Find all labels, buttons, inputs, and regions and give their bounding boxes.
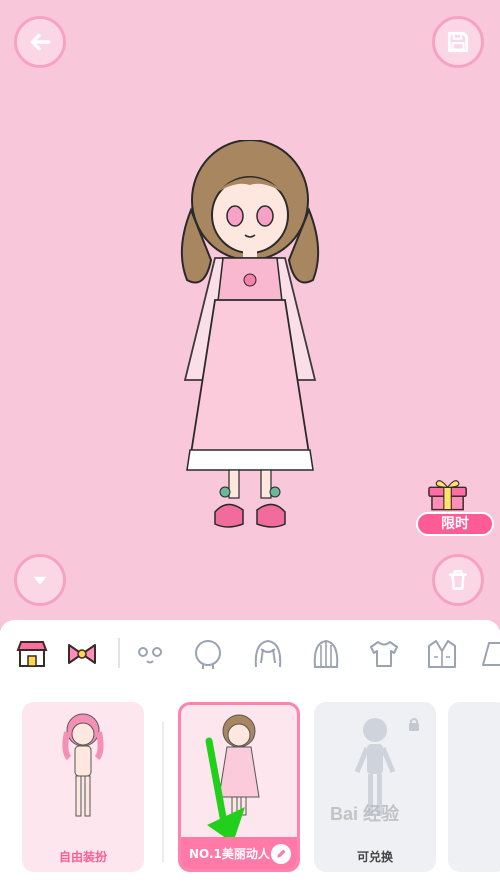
category-jacket[interactable]: [422, 634, 462, 674]
outfit-thumbnail: [62, 713, 104, 817]
shop-icon: [16, 641, 48, 667]
face-icon: [138, 647, 162, 664]
outfit-card-no1[interactable]: NO.1美丽动人: [178, 702, 300, 872]
category-shop[interactable]: [12, 634, 52, 674]
outfit-label: 自由装扮: [58, 849, 107, 864]
back-hair-icon: [313, 639, 339, 668]
outfit-card-free[interactable]: 自由装扮: [22, 702, 144, 872]
limited-time-badge: 限时: [416, 512, 494, 536]
category-shirt[interactable]: [364, 634, 404, 674]
outfit-label: NO.1美丽动人: [181, 837, 297, 869]
outfit-divider: [162, 722, 164, 862]
category-divider: [118, 638, 120, 668]
edit-icon[interactable]: [271, 844, 291, 864]
head-icon: [195, 640, 221, 669]
watermark: Bai 经验: [330, 804, 400, 824]
delete-button[interactable]: [432, 554, 484, 606]
shirt-icon: [370, 641, 398, 667]
lock-icon: [409, 718, 419, 731]
bow-icon: [68, 644, 96, 664]
collapse-button[interactable]: [14, 554, 66, 606]
outfit-label-text: NO.1美丽动人: [189, 846, 270, 861]
back-button[interactable]: [14, 16, 66, 68]
dressup-stage: 限时: [0, 0, 500, 620]
trash-icon: [449, 570, 467, 590]
outfit-label: 可兑换: [356, 849, 393, 864]
category-back-hair[interactable]: [306, 634, 346, 674]
category-face[interactable]: [130, 634, 170, 674]
outfit-card-locked[interactable]: 可兑换: [314, 702, 436, 872]
arrow-left-icon: [30, 33, 51, 51]
floppy-disk-icon: [447, 31, 469, 53]
category-head[interactable]: [188, 634, 228, 674]
chevron-down-icon: [33, 576, 47, 585]
outfit-card-partial[interactable]: [448, 702, 500, 872]
category-hair[interactable]: [248, 634, 288, 674]
category-bar: [0, 620, 500, 686]
gift-box-icon: [428, 480, 467, 511]
save-button[interactable]: [432, 16, 484, 68]
limited-gift-button[interactable]: 限时: [416, 470, 494, 536]
outfit-list: 自由装扮 NO.1美丽动人 可兑换: [0, 702, 500, 882]
arrow-annotation-icon: [205, 737, 245, 843]
wardrobe-panel: 自由装扮 NO.1美丽动人 可兑换: [0, 620, 500, 889]
hair-icon: [254, 639, 282, 668]
character-avatar: [180, 140, 320, 528]
skirt-icon: [482, 642, 500, 666]
category-bow[interactable]: [62, 634, 102, 674]
category-skirt[interactable]: [476, 634, 500, 674]
jacket-icon: [428, 640, 456, 668]
